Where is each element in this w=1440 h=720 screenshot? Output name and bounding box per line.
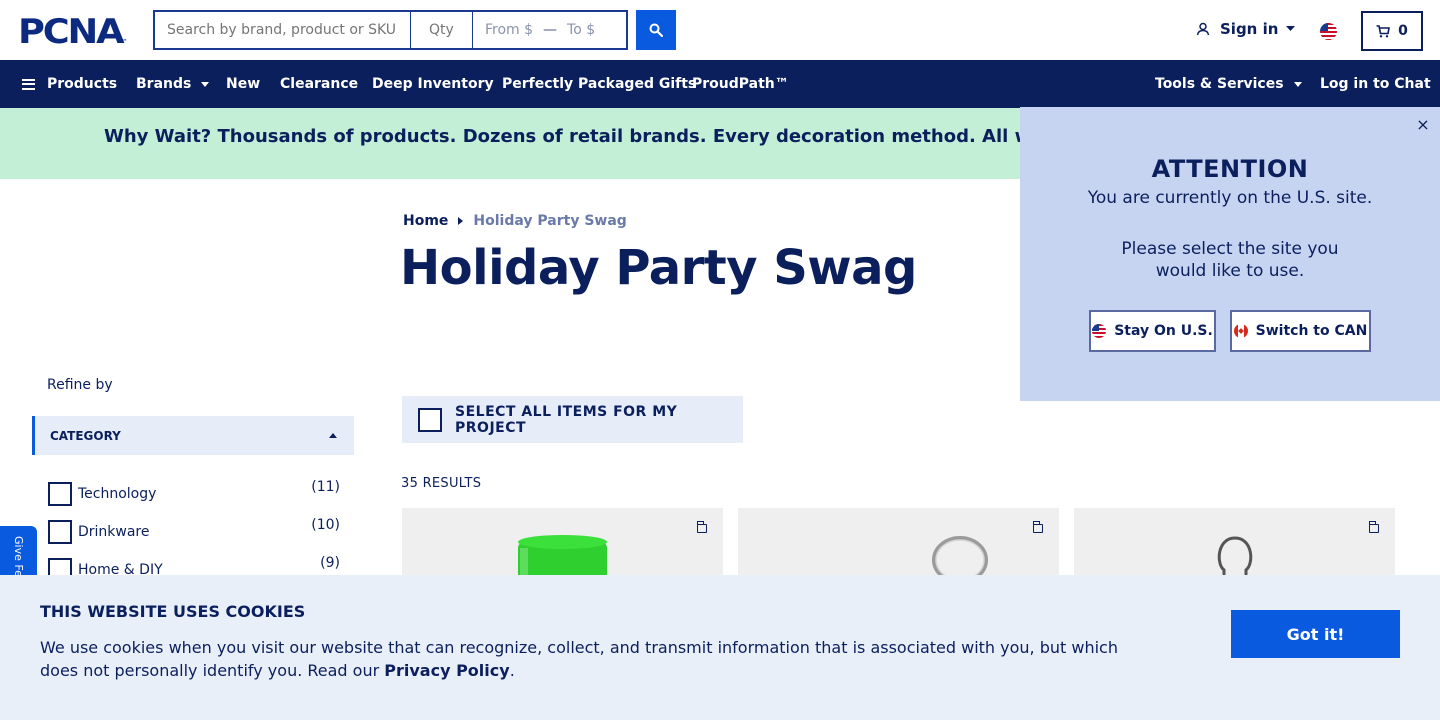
nav-chat[interactable]: Log in to Chat [1320,60,1431,108]
popup-title: ATTENTION [1151,155,1309,183]
price-dash: — [543,22,558,38]
main-nav: Products Brands New Clearance Deep Inven… [0,60,1440,108]
promo-banner-text[interactable]: Why Wait? Thousands of products. Dozens … [104,126,1175,147]
cookie-title: THIS WEBSITE USES COOKIES [40,602,306,621]
breadcrumb-home[interactable]: Home [403,213,448,229]
cookie-banner: THIS WEBSITE USES COOKIES We use cookies… [0,575,1440,720]
nav-deep-inventory[interactable]: Deep Inventory [372,60,494,108]
breadcrumb: Home Holiday Party Swag [403,213,627,229]
logo-wordmark: PCNA [18,12,125,52]
chevron-up-icon [329,433,337,438]
results-count: 35 RESULTS [401,476,482,491]
select-all-checkbox[interactable] [418,407,442,432]
nav-brands[interactable]: Brands [136,60,210,108]
canada-flag-icon [1233,324,1248,338]
switch-can-label: Switch to CAN [1255,323,1368,339]
user-icon [1196,22,1210,36]
close-icon[interactable]: × [1415,117,1431,133]
menu-icon [22,78,35,90]
nav-clearance[interactable]: Clearance [280,60,358,108]
category-item-drinkware[interactable]: Drinkware (10) [48,517,340,544]
category-checkbox[interactable] [48,482,72,506]
chevron-down-icon [1293,81,1302,87]
nav-proudpath[interactable]: ProudPath™ [692,60,789,108]
category-count: (10) [311,517,340,533]
cart-button[interactable]: 0 [1361,11,1423,51]
pcna-logo[interactable]: PCNA ™ [18,12,128,52]
cart-icon [1376,24,1391,37]
category-count: (11) [311,479,340,495]
search-icon [649,23,663,37]
us-flag-icon[interactable] [1320,23,1337,40]
sign-in-menu[interactable]: Sign in [1196,20,1296,38]
select-all-items[interactable]: SELECT ALL ITEMS FOR MY PROJECT [402,396,743,443]
page-title: Holiday Party Swag [400,240,917,296]
category-checkbox[interactable] [48,520,72,544]
chevron-down-icon [1286,26,1296,31]
price-range[interactable]: From $ — To $ [473,12,626,48]
price-from-label[interactable]: From $ [485,22,533,38]
category-filter-header[interactable]: CATEGORY [32,416,354,455]
popup-current-site-text: You are currently on the U.S. site. [1087,188,1373,208]
nav-gifts[interactable]: Perfectly Packaged Gifts [502,60,696,108]
category-count: (9) [320,555,340,571]
price-to-label[interactable]: To $ [567,22,595,38]
refine-by-label: Refine by [47,377,113,393]
category-label: Technology [78,486,157,502]
chevron-right-icon [458,217,464,225]
search-input[interactable] [155,12,411,48]
breadcrumb-current: Holiday Party Swag [473,213,627,229]
qty-input[interactable] [411,12,473,48]
cookie-text: We use cookies when you visit our websit… [40,636,1140,682]
top-header: PCNA ™ From $ — To $ Sign in 0 [0,0,1440,60]
got-it-button[interactable]: Got it! [1231,610,1400,658]
category-label: Drinkware [78,524,150,540]
sign-in-label: Sign in [1220,20,1279,38]
popup-select-site-text: Please select the site you would like to… [1121,239,1339,281]
us-flag-icon [1092,324,1107,338]
nav-tools-services[interactable]: Tools & Services [1155,60,1302,108]
nav-tools-label: Tools & Services [1155,76,1284,92]
site-selection-popup: × ATTENTION You are currently on the U.S… [1020,107,1440,401]
search-button[interactable] [636,10,676,50]
search-bar: From $ — To $ [153,10,628,50]
cart-count: 0 [1398,23,1408,39]
nav-new[interactable]: New [226,60,260,108]
switch-can-button[interactable]: Switch to CAN [1230,310,1371,352]
cookie-period: . [509,661,515,680]
category-header-label: CATEGORY [50,428,121,443]
cookie-body: We use cookies when you visit our websit… [40,638,1118,680]
select-all-label: SELECT ALL ITEMS FOR MY PROJECT [455,403,678,436]
nav-products-label: Products [47,76,118,92]
stay-us-button[interactable]: Stay On U.S. [1089,310,1216,352]
stay-us-label: Stay On U.S. [1114,323,1213,339]
nav-products[interactable]: Products [22,60,117,108]
privacy-policy-link[interactable]: Privacy Policy [384,661,509,680]
nav-brands-label: Brands [136,76,192,92]
category-item-technology[interactable]: Technology (11) [48,479,340,506]
chevron-down-icon [201,81,210,87]
